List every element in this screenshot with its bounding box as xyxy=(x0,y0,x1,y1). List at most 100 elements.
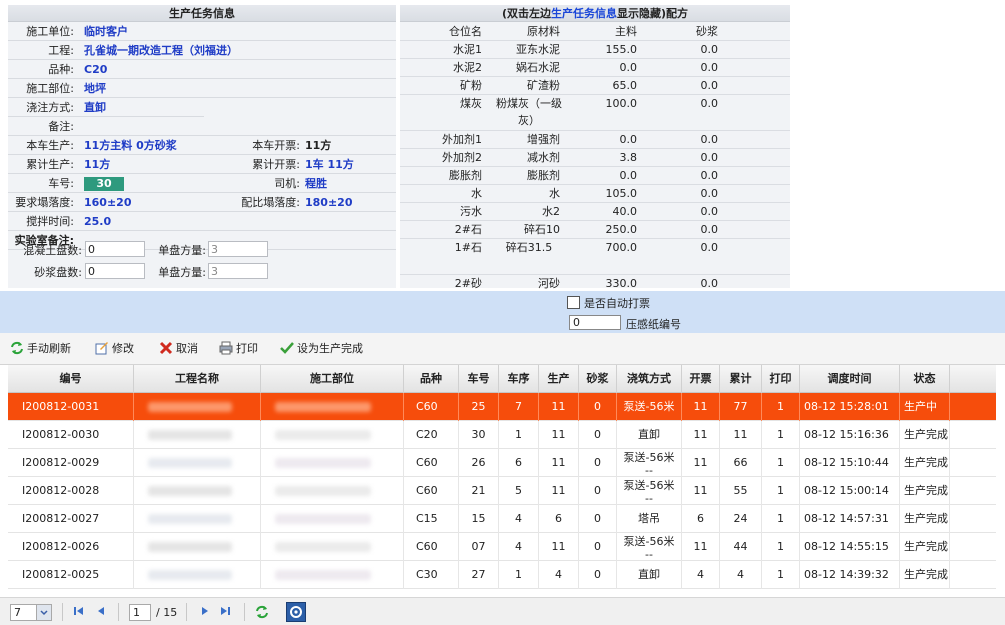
task-row-mix-time: 搅拌时间: 25.0 xyxy=(8,213,396,231)
recipe-cell: 40.0 xyxy=(612,205,638,218)
recipe-row: 水 水 105.0 0.0 xyxy=(400,185,790,203)
grid-cell-seq: 1 xyxy=(499,561,539,589)
task-row-unit: 施工单位: 临时客户 xyxy=(8,23,396,41)
grid-column-header[interactable]: 状态 xyxy=(900,365,950,393)
grid-column-header[interactable]: 编号 xyxy=(8,365,134,393)
grid-cell-ticket: 6 xyxy=(682,505,720,533)
redacted-project-name xyxy=(134,561,261,589)
checkmark-icon xyxy=(280,342,294,354)
recipe-cell: 0.0 xyxy=(700,61,719,74)
grid-row[interactable]: I200812-0029 C60 26 6 11 0 泵送-56米 -- 11 66 1 08-12 … xyxy=(8,449,996,477)
grid-cell-status: 生产完成 xyxy=(900,449,950,477)
task-label: 备注: xyxy=(48,120,74,133)
task-label: 要求塌落度: xyxy=(15,196,74,209)
task-row-cumulative: 累计生产: 11方 累计开票: 1车 11方 xyxy=(8,156,396,174)
grid-row[interactable]: I200812-0026 C60 07 4 11 0 泵送-56米 -- 11 44 1 08-12 … xyxy=(8,533,996,561)
concrete-plates-row: 混凝土盘数: 单盘方量: xyxy=(8,239,396,259)
mortar-plates-input[interactable] xyxy=(85,263,145,279)
reload-icon[interactable] xyxy=(254,604,270,620)
grid-column-header[interactable]: 品种 xyxy=(404,365,459,393)
task-label: 工程: xyxy=(48,44,74,57)
grid-row[interactable]: I200812-0030 C20 30 1 11 0 直卸 11 11 1 08-12 15:16:… xyxy=(8,421,996,449)
single-volume-input[interactable] xyxy=(208,263,268,279)
task-row-grade: 品种: C20 xyxy=(8,61,396,79)
concrete-plates-input[interactable] xyxy=(85,241,145,257)
auto-print-checkbox[interactable] xyxy=(567,296,580,309)
grid-cell-prod: 6 xyxy=(539,505,579,533)
task-value: 25.0 xyxy=(84,215,112,228)
dispatch-grid: 编号 工程名称 施工部位 品种 车号 车序 生产 砂浆 浇筑方式 开票 累计 打印 调度时间 状态 I20… xyxy=(8,365,996,593)
settings-icon[interactable] xyxy=(286,602,306,622)
recipe-cell: 碎石31.5 xyxy=(505,241,553,254)
recipe-row: 1#石 碎石31.5 700.0 0.0 xyxy=(400,239,790,275)
redacted-project-name xyxy=(134,533,261,561)
grid-column-header[interactable]: 砂浆 xyxy=(579,365,617,393)
recipe-cell: 0.0 xyxy=(700,205,719,218)
grid-cell-ticket: 11 xyxy=(682,393,720,421)
grid-column-header[interactable]: 浇筑方式 xyxy=(617,365,682,393)
grid-column-header[interactable]: 车序 xyxy=(499,365,539,393)
recipe-cell: 增强剂 xyxy=(527,133,560,146)
grid-cell-status: 生产完成 xyxy=(900,421,950,449)
print-button[interactable]: 打印 xyxy=(219,341,258,357)
single-volume-input[interactable] xyxy=(208,241,268,257)
grid-column-header[interactable]: 车号 xyxy=(459,365,499,393)
recipe-title-link[interactable]: 生产任务信息 xyxy=(551,7,617,20)
recipe-panel-title: (双击左边生产任务信息显示隐藏)配方 xyxy=(400,5,790,22)
recipe-cell: 3.8 xyxy=(619,151,638,164)
grid-row[interactable]: I200812-0027 C15 15 4 6 0 塔吊 6 24 1 08-12 14:57:31… xyxy=(8,505,996,533)
grid-cell-id: I200812-0031 xyxy=(8,393,134,421)
production-task-panel[interactable]: 生产任务信息 施工单位: 临时客户 工程: 孔雀城一期改造工程（刘福进） 品种:… xyxy=(8,5,396,288)
grid-cell-prod: 11 xyxy=(539,533,579,561)
grid-column-header[interactable]: 打印 xyxy=(762,365,800,393)
grid-row[interactable]: I200812-0031 C60 25 7 11 0 泵送-56米 11 77 1 08-12 15… xyxy=(8,393,996,421)
task-label: 品种: xyxy=(48,63,74,76)
grid-row[interactable]: I200812-0028 C60 21 5 11 0 泵送-56米 -- 11 55 1 08-12 … xyxy=(8,477,996,505)
grid-column-header[interactable]: 开票 xyxy=(682,365,720,393)
grid-column-header[interactable]: 施工部位 xyxy=(261,365,404,393)
grid-column-header[interactable]: 生产 xyxy=(539,365,579,393)
recipe-cell: 0.0 xyxy=(700,223,719,236)
grid-cell-mortar: 0 xyxy=(579,449,617,477)
grid-cell-car: 21 xyxy=(459,477,499,505)
recipe-cell: 0.0 xyxy=(700,79,719,92)
grid-cell-cum: 77 xyxy=(720,393,762,421)
page-size-select[interactable]: 7 xyxy=(10,604,52,621)
recipe-cell: 0.0 xyxy=(619,61,638,74)
task-row-remark: 备注: xyxy=(8,118,396,136)
grid-cell-print: 1 xyxy=(762,449,800,477)
page-number-input[interactable]: 1 xyxy=(129,604,151,621)
recipe-cell: 250.0 xyxy=(605,223,638,236)
next-page-icon[interactable] xyxy=(198,604,212,618)
grid-cell-seq: 4 xyxy=(499,533,539,561)
first-page-icon[interactable] xyxy=(72,604,86,618)
prev-page-icon[interactable] xyxy=(94,604,108,618)
mortar-plates-row: 砂浆盘数: 单盘方量: xyxy=(8,261,396,281)
recipe-cell: 155.0 xyxy=(605,43,638,56)
refresh-button[interactable]: 手动刷新 xyxy=(10,341,71,357)
recipe-cell: 膨胀剂 xyxy=(449,169,482,182)
grid-cell-cum: 55 xyxy=(720,477,762,505)
cancel-button[interactable]: 取消 xyxy=(159,341,198,357)
recipe-row: 外加剂2 减水剂 3.8 0.0 xyxy=(400,149,790,167)
grid-cell-car: 15 xyxy=(459,505,499,533)
task-value: 180±20 xyxy=(305,196,353,209)
recipe-cell: 外加剂1 xyxy=(442,133,482,146)
grid-column-header[interactable]: 调度时间 xyxy=(800,365,900,393)
task-value: 程胜 xyxy=(305,177,327,190)
grid-cell-grade: C20 xyxy=(404,421,459,449)
recipe-cell: 煤灰 xyxy=(460,97,482,110)
recipe-row: 2#石 碎石10 250.0 0.0 xyxy=(400,221,790,239)
last-page-icon[interactable] xyxy=(218,604,232,618)
ticket-number-input[interactable]: 0 xyxy=(569,315,621,330)
grid-row[interactable]: I200812-0025 C30 27 1 4 0 直卸 4 4 1 08-12 14:39:32 生… xyxy=(8,561,996,589)
grid-cell-seq: 1 xyxy=(499,421,539,449)
grid-column-header[interactable]: 累计 xyxy=(720,365,762,393)
grid-cell-method: 直卸 xyxy=(617,561,682,589)
grid-column-header[interactable]: 工程名称 xyxy=(134,365,261,393)
edit-button[interactable]: 修改 xyxy=(95,341,134,357)
task-value: 孔雀城一期改造工程（刘福进） xyxy=(84,44,238,57)
redacted-construction-part xyxy=(261,505,404,533)
task-row-part: 施工部位: 地坪 xyxy=(8,80,396,98)
set-complete-button[interactable]: 设为生产完成 xyxy=(280,341,363,357)
